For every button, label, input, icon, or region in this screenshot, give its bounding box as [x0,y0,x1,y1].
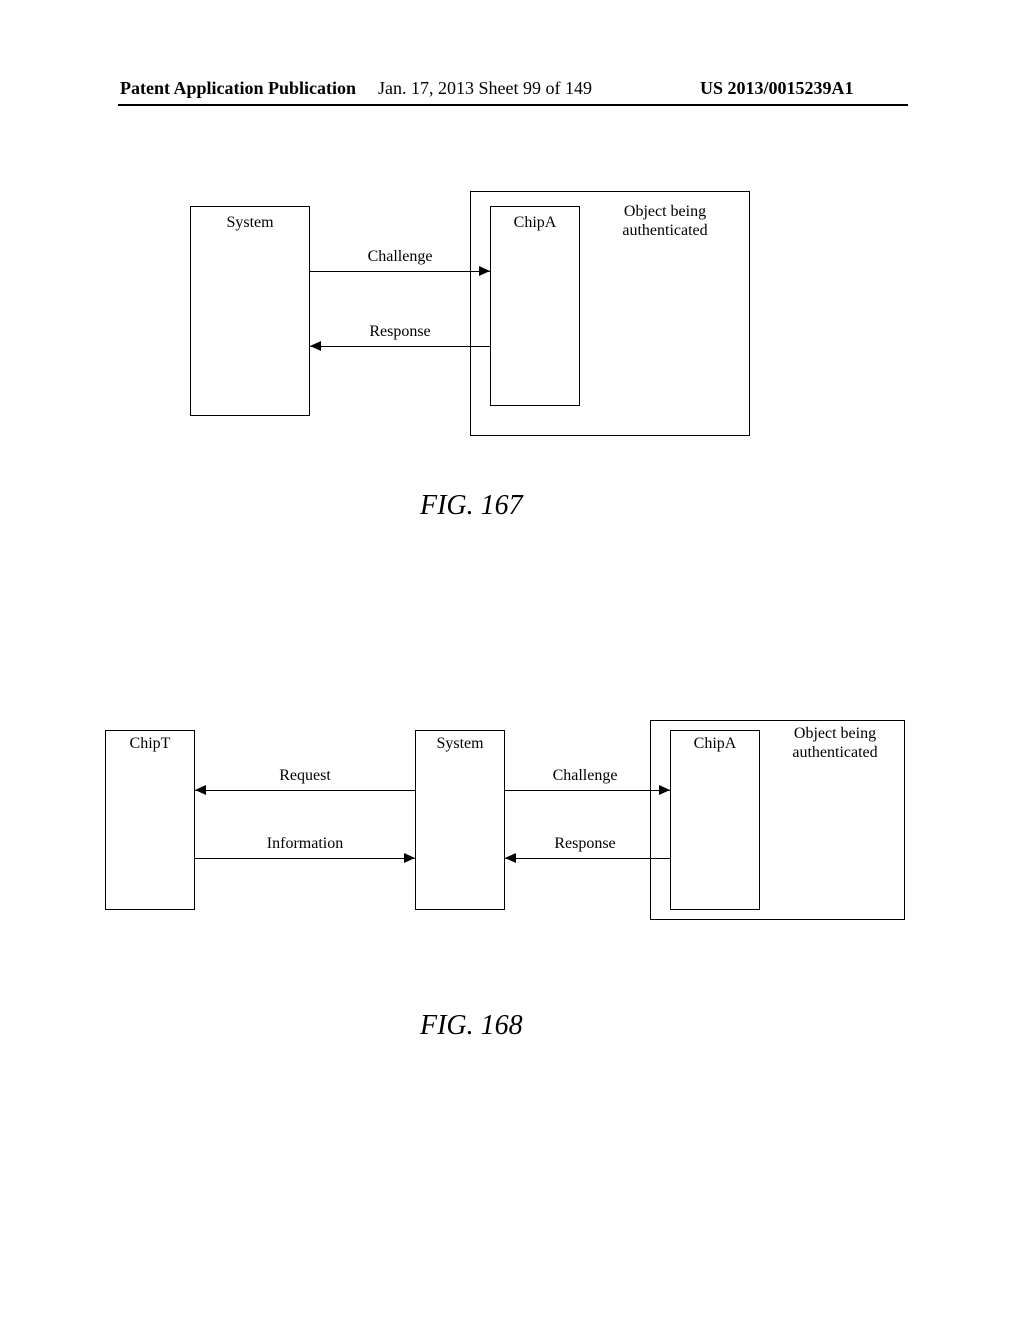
chipa-label: ChipA [490,214,580,232]
arrowhead-right-icon [479,266,490,276]
system-box [415,730,505,910]
arrowhead-right-icon [659,785,670,795]
response-label: Response [505,835,665,853]
chipa-label: ChipA [670,735,760,753]
request-arrow [195,790,415,791]
arrowhead-left-icon [310,341,321,351]
system-label: System [415,735,505,753]
arrowhead-left-icon [505,853,516,863]
response-arrow [310,346,490,347]
information-label: Information [215,835,395,853]
header-center: Jan. 17, 2013 Sheet 99 of 149 [378,78,592,99]
figure-167-caption: FIG. 167 [420,490,523,522]
header-right: US 2013/0015239A1 [700,78,854,99]
response-label: Response [320,323,480,341]
request-label: Request [215,767,395,785]
object-label: Object being authenticated [765,724,905,762]
challenge-label: Challenge [505,767,665,785]
header-left: Patent Application Publication [120,78,356,99]
challenge-label: Challenge [320,248,480,266]
header-rule [118,104,908,106]
information-arrow [195,858,415,859]
chipt-label: ChipT [105,735,195,753]
chipt-box [105,730,195,910]
chipa-box [670,730,760,910]
response-arrow [505,858,670,859]
figure-167: System ChipA Object being authenticated … [190,186,760,446]
chipa-box [490,206,580,406]
challenge-arrow [505,790,670,791]
system-label: System [190,214,310,232]
arrowhead-left-icon [195,785,206,795]
system-box [190,206,310,416]
figure-168-caption: FIG. 168 [420,1010,523,1042]
figure-168: ChipT System ChipA Object being authenti… [105,710,905,940]
patent-page: Patent Application Publication Jan. 17, … [0,0,1024,1320]
arrowhead-right-icon [404,853,415,863]
challenge-arrow [310,271,490,272]
object-label: Object being authenticated [585,202,745,240]
